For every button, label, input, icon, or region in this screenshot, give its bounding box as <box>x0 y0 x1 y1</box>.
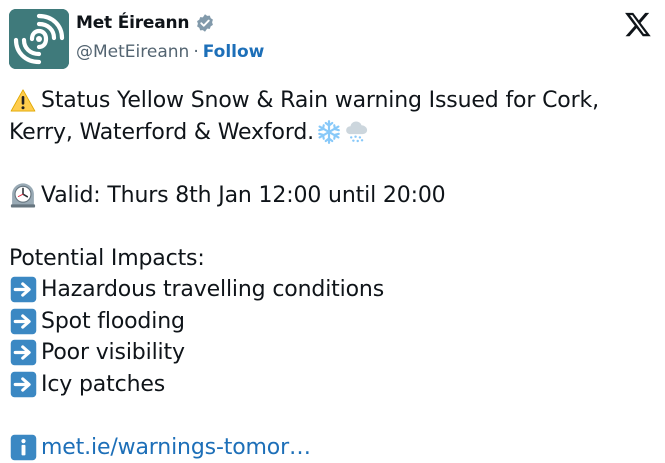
met-eireann-logo-icon <box>9 9 69 69</box>
tweet-text: Status Yellow Snow & Rain warning Issued… <box>9 85 649 463</box>
verified-badge-icon <box>195 13 215 33</box>
display-name[interactable]: Met Éireann <box>76 13 189 33</box>
right-arrow-icon <box>9 276 37 304</box>
x-logo-icon[interactable] <box>624 10 652 38</box>
warning-link[interactable]: met.ie/warnings-tomor… <box>41 432 311 463</box>
valid-text: Valid: Thurs 8th Jan 12:00 until 20:00 <box>41 180 446 212</box>
impact-item: Spot flooding <box>9 306 649 338</box>
tweet-card: Met Éireann @MetEireann · Follow <box>0 0 665 458</box>
warning-line-2: Kerry, Waterford & Wexford. <box>9 117 649 149</box>
right-arrow-icon <box>9 307 37 335</box>
warning-line: Status Yellow Snow & Rain warning Issued… <box>9 85 649 117</box>
snowflake-icon <box>316 119 342 145</box>
warning-text-line-1: Status Yellow Snow & Rain warning Issued… <box>41 85 599 117</box>
warning-text-line-2: Kerry, Waterford & Wexford. <box>9 117 314 149</box>
right-arrow-icon <box>9 339 37 367</box>
impact-text: Icy patches <box>41 369 165 401</box>
blank-line <box>9 148 649 180</box>
link-line: met.ie/warnings-tomor… <box>9 432 649 463</box>
blank-line <box>9 400 649 432</box>
follow-button[interactable]: Follow <box>203 42 265 62</box>
impact-item: Poor visibility <box>9 337 649 369</box>
impact-item: Hazardous travelling conditions <box>9 274 649 306</box>
name-row: Met Éireann <box>76 13 215 33</box>
avatar[interactable] <box>9 9 69 69</box>
warning-icon <box>9 87 37 115</box>
separator: · <box>193 42 198 62</box>
meta-row: @MetEireann · Follow <box>76 42 264 62</box>
impact-item: Icy patches <box>9 369 649 401</box>
cloud-with-snow-icon <box>344 119 370 145</box>
impact-text: Spot flooding <box>41 306 185 338</box>
impacts-heading-line: Potential Impacts: <box>9 243 649 275</box>
impact-text: Poor visibility <box>41 337 185 369</box>
information-icon <box>9 433 37 461</box>
right-arrow-icon <box>9 370 37 398</box>
impact-text: Hazardous travelling conditions <box>41 274 384 306</box>
mantelpiece-clock-icon <box>9 181 37 209</box>
handle[interactable]: @MetEireann <box>76 42 189 62</box>
impacts-heading: Potential Impacts: <box>9 243 205 275</box>
blank-line <box>9 211 649 243</box>
valid-line: Valid: Thurs 8th Jan 12:00 until 20:00 <box>9 180 649 212</box>
